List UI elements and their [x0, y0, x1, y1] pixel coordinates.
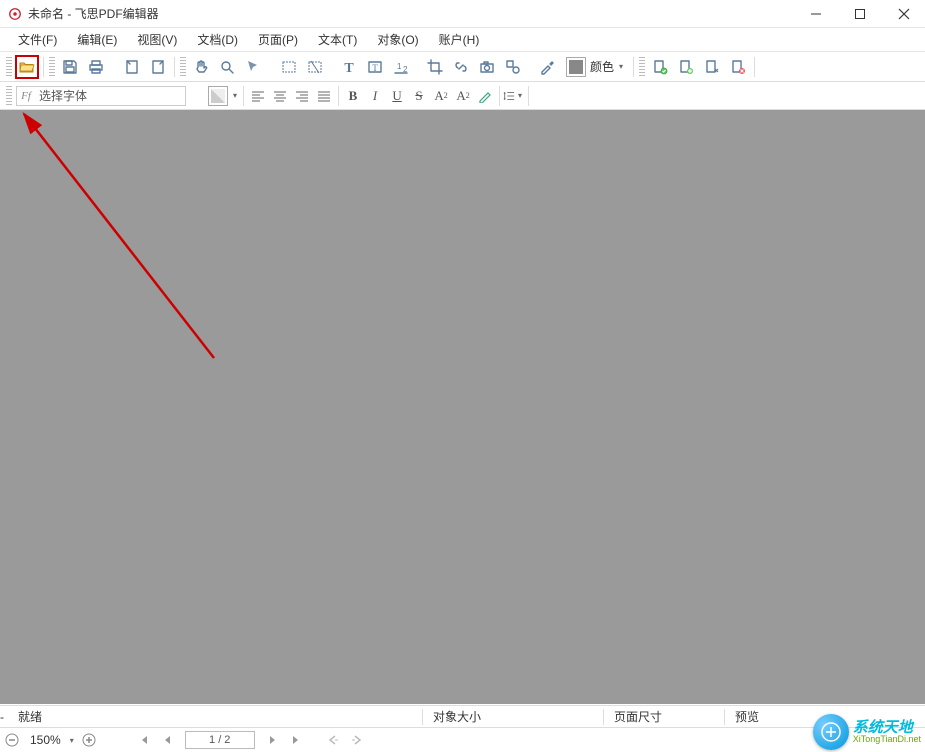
dropdown-arrow-icon: ▾	[616, 62, 626, 71]
first-page-button[interactable]	[131, 729, 155, 751]
align-justify-button[interactable]	[313, 85, 335, 107]
status-preview: 预览	[725, 708, 805, 725]
zoom-level: 150%	[24, 733, 67, 747]
align-center-button[interactable]	[269, 85, 291, 107]
font-selector[interactable]: Ff 选择字体	[16, 86, 186, 106]
fill-color-icon	[566, 57, 586, 77]
camera-button[interactable]	[475, 55, 499, 79]
toolbar-grip	[639, 57, 645, 77]
subscript-button[interactable]: A2	[452, 85, 474, 107]
next-page-button[interactable]	[261, 729, 285, 751]
link-button[interactable]	[449, 55, 473, 79]
print-button[interactable]	[84, 55, 108, 79]
document-canvas[interactable]	[0, 110, 925, 704]
menu-file[interactable]: 文件(F)	[10, 29, 65, 50]
prev-page-button[interactable]	[155, 729, 179, 751]
bold-button[interactable]: B	[342, 85, 364, 107]
crop-button[interactable]	[423, 55, 447, 79]
font-placeholder: 选择字体	[35, 87, 185, 104]
nav-fwd-button[interactable]	[345, 729, 369, 751]
page-a-button[interactable]	[120, 55, 144, 79]
page-b-button[interactable]	[146, 55, 170, 79]
status-ready: 就绪	[8, 708, 52, 725]
watermark-cn: 系统天地	[853, 720, 921, 735]
app-icon	[8, 7, 22, 21]
shapes-button[interactable]	[501, 55, 525, 79]
menu-account[interactable]: 账户(H)	[431, 29, 488, 50]
svg-text:T: T	[372, 63, 378, 73]
page-tool-1-button[interactable]	[648, 55, 672, 79]
eyedropper-button[interactable]	[535, 55, 559, 79]
menu-object[interactable]: 对象(O)	[369, 29, 426, 50]
menubar: 文件(F) 编辑(E) 视图(V) 文档(D) 页面(P) 文本(T) 对象(O…	[0, 28, 925, 52]
color-label: 颜色	[588, 58, 616, 75]
window-controls	[803, 3, 917, 25]
page-number-input[interactable]	[185, 731, 255, 749]
svg-text:1: 1	[397, 62, 402, 71]
zoom-tool-button[interactable]	[215, 55, 239, 79]
dropdown-arrow-icon[interactable]: ▾	[230, 91, 240, 100]
strike-button[interactable]: S	[408, 85, 430, 107]
font-icon: Ff	[17, 87, 35, 105]
separator	[43, 57, 44, 77]
hand-tool-button[interactable]	[189, 55, 213, 79]
menu-view[interactable]: 视图(V)	[129, 29, 185, 50]
menu-text[interactable]: 文本(T)	[310, 29, 365, 50]
separator	[528, 86, 529, 106]
menu-document[interactable]: 文档(D)	[189, 29, 246, 50]
save-button[interactable]	[58, 55, 82, 79]
menu-page[interactable]: 页面(P)	[250, 29, 306, 50]
superscript-button[interactable]: A2	[430, 85, 452, 107]
separator	[338, 86, 339, 106]
separator	[243, 86, 244, 106]
align-left-button[interactable]	[247, 85, 269, 107]
main-toolbar: T T 12 颜色 ▾	[0, 52, 925, 82]
select-tool-button[interactable]	[241, 55, 265, 79]
page-delete-button[interactable]	[726, 55, 750, 79]
toolbar-grip	[180, 57, 186, 77]
separator	[174, 57, 175, 77]
rect-select-button[interactable]	[277, 55, 301, 79]
pen-tool-button[interactable]	[474, 85, 496, 107]
color-picker[interactable]: 颜色 ▾	[560, 56, 630, 78]
underline-button[interactable]: U	[386, 85, 408, 107]
maximize-button[interactable]	[847, 3, 873, 25]
text-tool-button[interactable]: T	[337, 55, 361, 79]
close-button[interactable]	[891, 3, 917, 25]
separator	[633, 57, 634, 77]
line-spacing-button[interactable]: ▾	[503, 85, 525, 107]
site-watermark: 系统天地 XiTongTianDi.net	[813, 714, 921, 750]
statusbar: - 就绪 对象大小 页面尺寸 预览	[0, 705, 925, 727]
align-right-button[interactable]	[291, 85, 313, 107]
last-page-button[interactable]	[285, 729, 309, 751]
minimize-button[interactable]	[803, 3, 829, 25]
svg-text:T: T	[344, 61, 354, 75]
status-page-size: 页面尺寸	[604, 708, 724, 725]
separator	[499, 86, 500, 106]
window-title: 未命名 - 飞思PDF编辑器	[28, 5, 803, 22]
page-tool-3-button[interactable]	[700, 55, 724, 79]
open-button[interactable]	[15, 55, 39, 79]
watermark-en: XiTongTianDi.net	[853, 735, 921, 744]
text-box-button[interactable]: T	[363, 55, 387, 79]
italic-button[interactable]: I	[364, 85, 386, 107]
select-all-button[interactable]	[303, 55, 327, 79]
text-color-swatch[interactable]	[208, 86, 228, 106]
titlebar: 未命名 - 飞思PDF编辑器	[0, 0, 925, 28]
menu-edit[interactable]: 编辑(E)	[69, 29, 125, 50]
zoom-out-button[interactable]	[0, 729, 24, 751]
separator	[754, 57, 755, 77]
format-toolbar: Ff 选择字体 ▾ B I U S A2 A2 ▾	[0, 82, 925, 110]
watermark-badge-icon	[813, 714, 849, 750]
status-object-size: 对象大小	[423, 708, 603, 725]
page-add-button[interactable]	[674, 55, 698, 79]
toolbar-grip	[6, 86, 12, 106]
navigation-bar: 150% ▾	[0, 727, 925, 752]
zoom-dropdown[interactable]: ▾	[67, 736, 77, 745]
nav-back-button[interactable]	[321, 729, 345, 751]
text-spacing-button[interactable]: 12	[389, 55, 413, 79]
zoom-in-button[interactable]	[77, 729, 101, 751]
toolbar-grip	[49, 57, 55, 77]
toolbar-grip	[6, 57, 12, 77]
